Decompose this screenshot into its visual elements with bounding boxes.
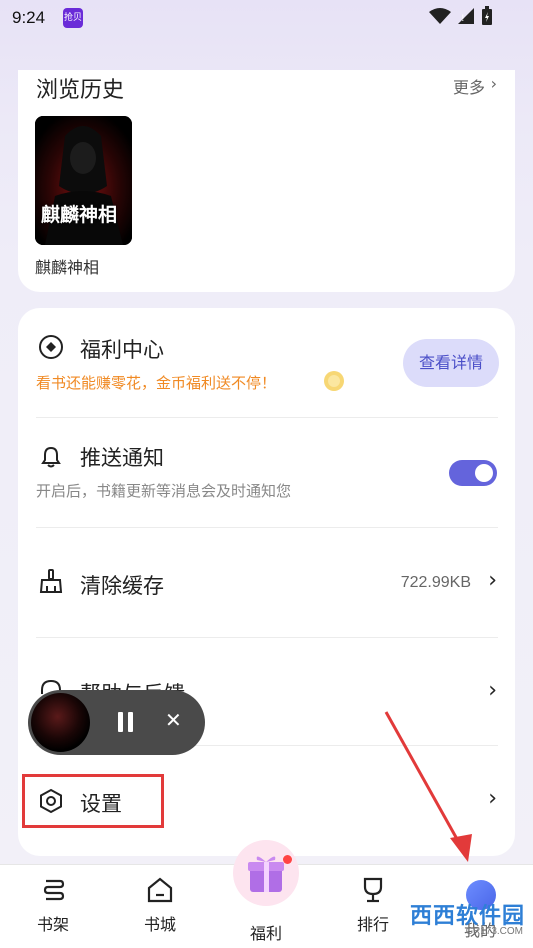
status-time: 9:24 [12, 8, 46, 27]
push-title: 推送通知 [80, 446, 164, 470]
trophy-icon [363, 877, 383, 903]
floating-player[interactable]: ✕ [28, 690, 205, 755]
bookshelf-icon [43, 879, 65, 901]
svg-text:!: ! [461, 14, 465, 24]
book-cover-title: 麒麟神相 [41, 204, 118, 226]
push-toggle[interactable] [449, 460, 497, 486]
history-card: 浏览历史 更多 › 麒麟神相 麒麟神相 [18, 70, 515, 292]
notification-dot [283, 855, 292, 864]
welfare-title: 福利中心 [80, 338, 164, 362]
bell-icon [41, 446, 61, 468]
tab-bookshelf[interactable]: 书架 [13, 875, 93, 935]
push-subtitle: 开启后，书籍更新等消息会及时通知您 [36, 482, 292, 500]
chevron-right-icon[interactable]: › [491, 74, 497, 93]
broom-icon [39, 569, 63, 593]
tab-label: 书城 [143, 915, 176, 934]
clear-cache-title: 清除缓存 [80, 574, 164, 598]
chevron-right-icon: › [488, 568, 497, 593]
history-title: 浏览历史 [36, 78, 125, 103]
coin-diamond-icon [39, 335, 63, 359]
chevron-right-icon: › [488, 678, 497, 703]
home-icon [147, 877, 173, 903]
chevron-right-icon: › [488, 786, 497, 811]
pause-icon[interactable] [116, 712, 136, 732]
welfare-subtitle: 看书还能赚零花，金币福利送不停！ [36, 374, 277, 392]
app-notification-icon: 抢贝 [63, 8, 83, 28]
player-cover[interactable] [31, 693, 90, 752]
tab-welfare-label: 福利 [249, 924, 282, 943]
push-row: 推送通知 开启后，书籍更新等消息会及时通知您 [18, 418, 515, 528]
gift-icon [248, 856, 284, 892]
annotation-arrow [384, 711, 472, 862]
cache-size: 722.99KB [400, 574, 471, 591]
clear-cache-row[interactable]: 清除缓存 722.99KB › [18, 528, 515, 638]
coin-icon [324, 371, 344, 391]
tab-label: 排行 [356, 915, 389, 934]
history-more-link[interactable]: 更多 [453, 74, 485, 98]
tab-bookstore[interactable]: 书城 [120, 875, 200, 935]
book-cover[interactable]: 麒麟神相 [35, 116, 132, 245]
view-details-button[interactable]: 查看详情 [403, 339, 499, 387]
toggle-knob [475, 464, 493, 482]
annotation-highlight-box [22, 774, 164, 828]
welfare-row[interactable]: 福利中心 看书还能赚零花，金币福利送不停！ 查看详情 [18, 308, 515, 418]
book-title[interactable]: 麒麟神相 [35, 254, 99, 278]
tab-label: 书架 [36, 915, 69, 934]
signal-icon: ! [458, 8, 474, 24]
tab-ranking[interactable]: 排行 [333, 875, 413, 935]
tab-welfare[interactable] [233, 840, 299, 906]
status-bar: 9:24 抢贝 ! [0, 0, 533, 36]
wifi-icon [429, 8, 451, 24]
status-icons: ! [429, 6, 493, 26]
close-icon[interactable]: ✕ [165, 708, 182, 732]
battery-icon [482, 6, 492, 25]
watermark-url: CR173.COM [465, 926, 523, 937]
